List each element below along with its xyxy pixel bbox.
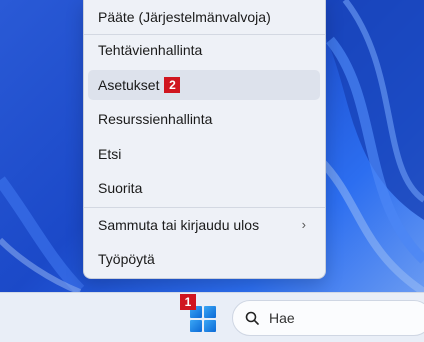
menu-item-file-explorer[interactable]: Resurssienhallinta — [88, 104, 320, 134]
menu-item-label: Pääte (Järjestelmänvalvoja) — [98, 9, 271, 25]
menu-item-label: Etsi — [98, 146, 122, 162]
search-placeholder: Hae — [269, 310, 295, 326]
quick-link-menu: Pääte (Järjestelmänvalvoja) Tehtävienhal… — [83, 0, 326, 279]
windows-logo-icon — [190, 320, 202, 332]
menu-item-terminal-admin[interactable]: Pääte (Järjestelmänvalvoja) — [88, 2, 320, 32]
chevron-right-icon: › — [301, 217, 306, 232]
menu-item-search[interactable]: Etsi — [88, 139, 320, 169]
menu-item-desktop[interactable]: Työpöytä — [88, 244, 320, 274]
taskbar-search-box[interactable]: Hae — [232, 300, 424, 336]
menu-item-task-manager[interactable]: Tehtävienhallinta — [88, 35, 320, 65]
menu-item-label: Asetukset — [98, 77, 160, 93]
separator — [84, 207, 325, 208]
step-badge: 2 — [164, 77, 181, 93]
windows-logo-icon — [204, 306, 216, 318]
menu-item-settings[interactable]: Asetukset 2 — [88, 70, 320, 100]
menu-item-run[interactable]: Suorita — [88, 173, 320, 203]
menu-item-shutdown-signout[interactable]: Sammuta tai kirjaudu ulos › — [88, 210, 320, 240]
menu-item-label: Suorita — [98, 180, 143, 196]
menu-item-label: Sammuta tai kirjaudu ulos — [98, 217, 260, 233]
search-icon — [245, 311, 259, 325]
menu-item-label: Työpöytä — [98, 251, 155, 267]
menu-item-label: Tehtävienhallinta — [98, 42, 203, 58]
step-badge: 1 — [180, 294, 196, 310]
windows-logo-icon — [204, 320, 216, 332]
menu-item-label: Resurssienhallinta — [98, 111, 213, 127]
